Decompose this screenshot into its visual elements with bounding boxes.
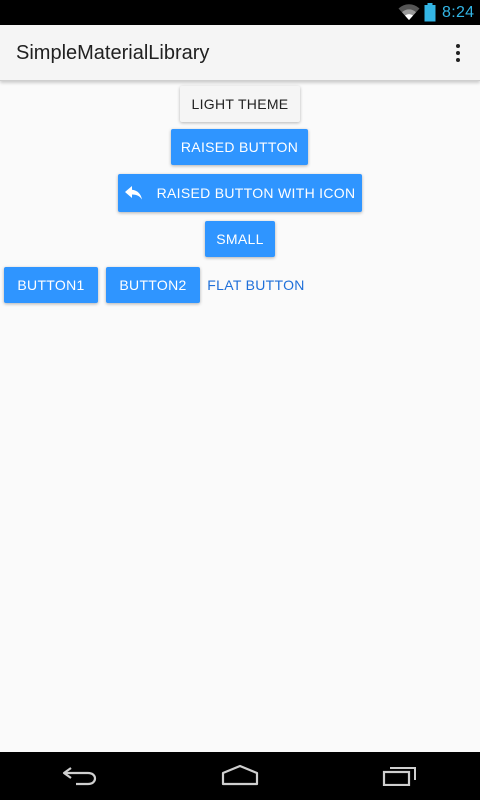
button1[interactable]: BUTTON1: [4, 267, 98, 303]
wifi-icon: [398, 3, 420, 26]
app-title: SimpleMaterialLibrary: [16, 42, 210, 64]
button1-label: BUTTON1: [17, 277, 85, 293]
home-icon[interactable]: [221, 764, 259, 791]
status-time: 8:24: [442, 4, 475, 21]
button2[interactable]: BUTTON2: [106, 267, 200, 303]
light-theme-button-label: LIGHT THEME: [191, 96, 289, 112]
raised-button-with-icon[interactable]: RAISED BUTTON WITH ICON: [118, 174, 362, 212]
battery-icon: [424, 3, 436, 27]
reply-icon: [124, 186, 143, 200]
small-button[interactable]: SMALL: [205, 221, 275, 257]
light-theme-button[interactable]: LIGHT THEME: [180, 86, 300, 122]
recents-icon[interactable]: [382, 764, 418, 791]
small-button-label: SMALL: [216, 231, 264, 247]
raised-button-label: RAISED BUTTON: [180, 139, 299, 155]
status-bar: 8:24: [0, 0, 480, 25]
button2-label: BUTTON2: [119, 277, 187, 293]
overflow-menu-icon[interactable]: [446, 41, 470, 65]
navigation-bar: [0, 752, 480, 800]
action-bar: SimpleMaterialLibrary: [0, 25, 480, 81]
raised-button[interactable]: RAISED BUTTON: [171, 129, 308, 165]
raised-button-with-icon-label: RAISED BUTTON WITH ICON: [156, 185, 356, 201]
back-icon[interactable]: [62, 764, 98, 791]
button-showcase: LIGHT THEME RAISED BUTTON RAISED BUTTON …: [0, 81, 480, 752]
flat-button-label: FLAT BUTTON: [207, 277, 305, 293]
flat-button[interactable]: FLAT BUTTON: [206, 267, 306, 303]
screen: 8:24 SimpleMaterialLibrary LIGHT THEME R…: [0, 0, 480, 800]
